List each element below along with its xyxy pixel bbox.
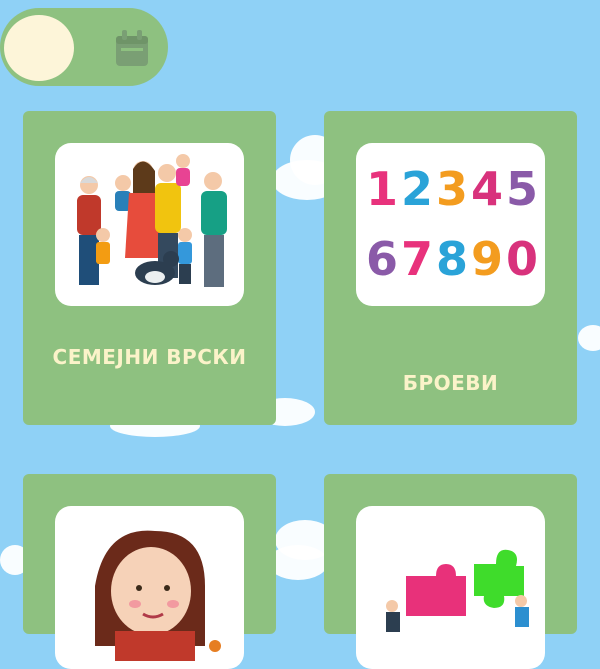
family-illustration — [77, 154, 227, 287]
number-glyph: 4 — [471, 162, 503, 216]
number-glyph: 0 — [506, 232, 538, 286]
cloud — [578, 325, 600, 351]
card-image: 12345 67890 — [356, 143, 545, 306]
card-title: БРОЕВИ — [402, 371, 499, 395]
card-image — [55, 143, 244, 306]
category-card-puzzle[interactable] — [324, 474, 577, 669]
number-glyph: 7 — [401, 232, 433, 286]
category-card-reading[interactable] — [23, 474, 276, 669]
puzzle-illustration — [386, 549, 529, 632]
number-glyph: 9 — [471, 232, 503, 286]
category-card-family[interactable]: СЕМЕЈНИ ВРСКИ — [23, 111, 276, 425]
number-glyph: 3 — [436, 162, 468, 216]
number-glyph: 2 — [401, 162, 433, 216]
toggle-knob[interactable] — [4, 15, 74, 81]
number-glyph: 1 — [366, 162, 398, 216]
card-image — [356, 506, 545, 669]
numbers-illustration: 12345 67890 — [366, 162, 538, 286]
cloud — [268, 545, 328, 580]
number-glyph: 8 — [436, 232, 468, 286]
view-toggle[interactable] — [0, 8, 168, 86]
card-image — [55, 506, 244, 669]
number-glyph: 6 — [366, 232, 398, 286]
calendar-icon — [116, 30, 148, 66]
category-card-numbers[interactable]: 12345 67890 БРОЕВИ — [324, 111, 577, 425]
girl-reading-illustration — [95, 530, 221, 661]
card-title: СЕМЕЈНИ ВРСКИ — [52, 345, 247, 369]
number-glyph: 5 — [506, 162, 538, 216]
